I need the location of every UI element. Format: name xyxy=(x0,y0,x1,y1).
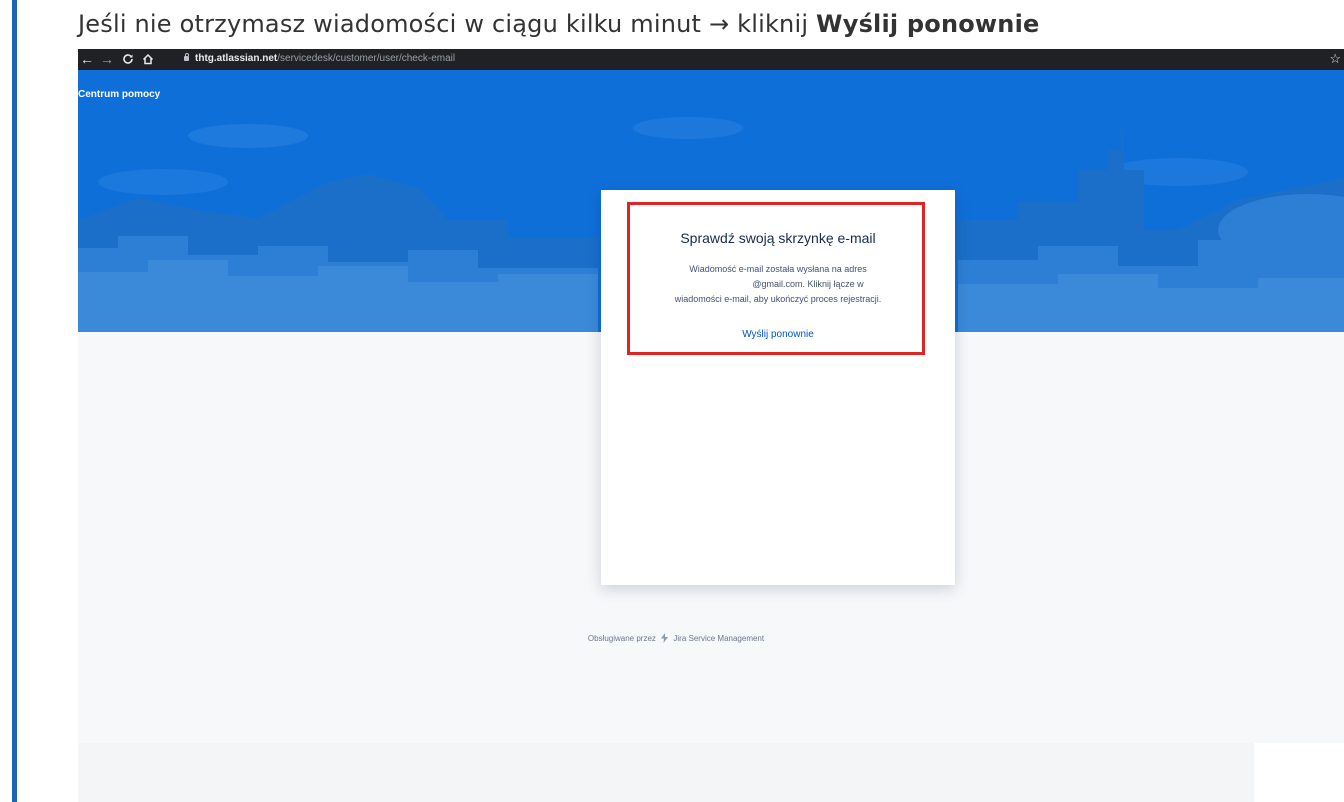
home-icon[interactable] xyxy=(141,50,155,68)
arrow-right-icon[interactable]: → xyxy=(100,50,114,68)
left-accent-bar xyxy=(12,0,17,802)
footer-product[interactable]: Jira Service Management xyxy=(673,634,764,643)
lock-icon[interactable] xyxy=(184,53,189,61)
star-icon[interactable]: ☆ xyxy=(1329,50,1341,68)
card-message-line-1: Wiadomość e-mail została wysłana na adre… xyxy=(689,264,867,274)
jira-bolt-icon xyxy=(661,633,669,643)
browser-screenshot: ← → thtg.atlassian.net/servicedesk/custo… xyxy=(78,49,1344,743)
arrow-left-icon[interactable]: ← xyxy=(80,50,94,68)
resend-link[interactable]: Wyślij ponownie xyxy=(601,329,955,340)
instruction-prefix: Jeśli nie otrzymasz wiadomości w ciągu k… xyxy=(78,10,817,38)
url-domain: thtg.atlassian.net xyxy=(195,53,278,64)
help-center-link[interactable]: Centrum pomocy xyxy=(78,89,160,100)
card-message-line-3: wiadomości e-mail, aby ukończyć proces r… xyxy=(674,294,882,304)
address-bar[interactable]: thtg.atlassian.net/servicedesk/customer/… xyxy=(195,52,455,66)
card-message-line-2: @gmail.com. Kliknij łącze w xyxy=(752,279,864,289)
browser-toolbar: ← → thtg.atlassian.net/servicedesk/custo… xyxy=(78,49,1344,70)
footer-prefix: Obsługiwane przez xyxy=(587,634,656,643)
card-title: Sprawdź swoją skrzynkę e-mail xyxy=(680,230,876,246)
card-message: Wiadomość e-mail została wysłana na adre… xyxy=(641,262,915,307)
instruction-text: Jeśli nie otrzymasz wiadomości w ciągu k… xyxy=(78,10,1040,38)
check-email-card: Sprawdź swoją skrzynkę e-mail Wiadomość … xyxy=(601,190,955,585)
reload-icon[interactable] xyxy=(121,50,135,68)
url-path: /servicedesk/customer/user/check-email xyxy=(277,53,456,64)
powered-by-footer: Obsługiwane przez Jira Service Managemen… xyxy=(78,633,1274,643)
bottom-strip xyxy=(78,743,1254,802)
instruction-emphasis: Wyślij ponownie xyxy=(816,10,1040,38)
